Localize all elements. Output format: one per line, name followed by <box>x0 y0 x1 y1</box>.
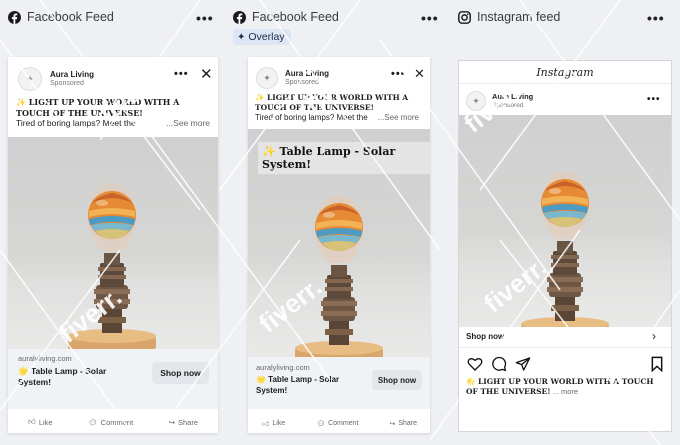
column-header-facebook-feed-2: Facebook Feed <box>233 8 339 26</box>
ad-primary-text: ✨ LIGHT UP YOUR WORLD WITH A TOUCH OF TH… <box>16 97 214 129</box>
heart-icon[interactable] <box>467 356 483 372</box>
ad-title: 🌟 Table Lamp - Solar System! <box>18 366 107 387</box>
send-icon[interactable] <box>515 356 531 372</box>
more-options-icon[interactable]: ••• <box>174 68 189 80</box>
brand-name[interactable]: Aura Living <box>285 69 329 78</box>
ad-body: Tired of boring lamps? Meet the <box>16 118 136 128</box>
ad-image[interactable] <box>8 137 218 349</box>
more-link[interactable]: ... more <box>553 387 578 396</box>
lamp-image <box>289 179 389 357</box>
instagram-top-bar: Instagram <box>459 61 671 84</box>
shop-now-button[interactable]: Shop now <box>466 332 504 341</box>
comment-button[interactable]: 💬︎ Comment <box>316 419 358 428</box>
comment-icon[interactable] <box>491 356 507 372</box>
like-label: Like <box>38 417 53 427</box>
ad-headline: ✨ LIGHT UP YOUR WORLD WITH A TOUCH OF TH… <box>16 97 180 118</box>
post-header: ✦ Aura Living Sponsored <box>466 91 533 111</box>
ad-image[interactable]: ✨ Table Lamp - Solar System! <box>248 129 430 357</box>
image-overlay-text: ✨ Table Lamp - Solar System! <box>258 142 430 174</box>
sparkle-icon: ✦ <box>237 31 246 43</box>
instagram-caption: 🌟 LIGHT UP YOUR WORLD WITH A TOUCH OF TH… <box>466 377 666 397</box>
lamp-image <box>62 167 162 349</box>
brand-avatar: ✦ <box>466 91 486 111</box>
like-label: Like <box>272 420 286 427</box>
facebook-icon <box>8 11 21 24</box>
post-header: ✦ Aura Living Sponsored <box>18 67 94 91</box>
share-button[interactable]: ↪ Share <box>389 419 417 428</box>
post-header: ✦ Aura Living Sponsored <box>256 67 329 89</box>
brand-name[interactable]: Aura Living <box>492 92 533 101</box>
column-title: Instagram feed <box>477 10 561 24</box>
ad-headline: ✨ LIGHT UP YOUR WORLD WITH A TOUCH OF TH… <box>255 93 409 112</box>
sponsored-label: Sponsored <box>50 80 84 87</box>
more-options-icon[interactable]: ••• <box>391 68 406 80</box>
share-icon: ↪ <box>389 420 396 428</box>
see-more-link[interactable]: ...See more <box>166 118 210 129</box>
sponsored-label: Sponsored <box>492 102 524 109</box>
lamp-image <box>515 155 615 327</box>
share-label: Share <box>398 420 417 427</box>
share-label: Share <box>177 417 198 427</box>
ad-url: auralyliving.com <box>18 354 72 363</box>
comment-icon: 💬︎ <box>316 420 326 428</box>
shop-now-button[interactable]: Shop now <box>372 370 422 390</box>
more-options-icon[interactable]: ••• <box>196 10 214 26</box>
comment-button[interactable]: 💬︎ Comment <box>88 417 133 427</box>
brand-avatar: ✦ <box>18 67 42 91</box>
column-header-facebook-feed-1: Facebook Feed <box>8 8 114 26</box>
more-options-icon[interactable]: ••• <box>647 10 665 26</box>
ad-title: 🌟 Table Lamp - Solar System! <box>256 375 340 395</box>
post-actions: 👍︎ Like 💬︎ Comment ↪ Share <box>28 417 198 427</box>
brand-name[interactable]: Aura Living <box>50 70 94 79</box>
comment-label: Comment <box>328 420 359 427</box>
thumbs-up-icon: 👍︎ <box>262 421 270 428</box>
instagram-cta-bar[interactable]: Shop now › <box>459 327 671 348</box>
facebook-ad-preview: ✦ Aura Living Sponsored ••• ✕ ✨ LIGHT UP… <box>8 57 218 433</box>
column-title: Facebook Feed <box>252 10 339 24</box>
facebook-icon <box>233 11 246 24</box>
ad-primary-text: ✨ LIGHT UP YOUR WORLD WITH A TOUCH OF TH… <box>255 93 427 123</box>
more-options-icon[interactable]: ••• <box>647 94 661 105</box>
ad-url: auralyliving.com <box>256 363 310 372</box>
chevron-right-icon: › <box>652 329 656 343</box>
like-button[interactable]: 👍︎ Like <box>262 419 285 428</box>
close-icon[interactable]: ✕ <box>200 65 213 83</box>
instagram-icon <box>458 10 471 24</box>
shop-now-button[interactable]: Shop now <box>152 362 209 384</box>
instagram-ad-preview: Instagram ✦ Aura Living Sponsored ••• Sh… <box>458 60 672 432</box>
instagram-wordmark: Instagram <box>536 66 594 79</box>
ad-body: Tired of boring lamps? Meet the <box>255 113 368 122</box>
more-options-icon[interactable]: ••• <box>421 10 439 26</box>
facebook-ad-preview-overlay: ✦ Aura Living Sponsored ••• ✕ ✨ LIGHT UP… <box>248 57 430 433</box>
comment-icon: 💬︎ <box>88 417 98 427</box>
bookmark-icon[interactable] <box>650 356 664 372</box>
share-icon: ↪ <box>168 417 175 427</box>
like-button[interactable]: 👍︎ Like <box>28 417 53 427</box>
close-icon[interactable]: ✕ <box>414 66 425 82</box>
column-title: Facebook Feed <box>27 10 114 24</box>
sponsored-label: Sponsored <box>285 79 319 86</box>
post-actions: 👍︎ Like 💬︎ Comment ↪ Share <box>262 419 417 428</box>
ad-image[interactable] <box>459 115 671 327</box>
brand-avatar: ✦ <box>256 67 278 89</box>
see-more-link[interactable]: ...See more <box>378 113 419 123</box>
share-button[interactable]: ↪ Share <box>169 417 198 427</box>
comment-label: Comment <box>100 417 134 427</box>
column-header-instagram-feed: Instagram feed <box>458 8 560 26</box>
overlay-chip-label: Overlay <box>248 31 285 43</box>
overlay-chip[interactable]: ✦ Overlay <box>233 29 291 45</box>
thumbs-up-icon: 👍︎ <box>28 417 36 426</box>
